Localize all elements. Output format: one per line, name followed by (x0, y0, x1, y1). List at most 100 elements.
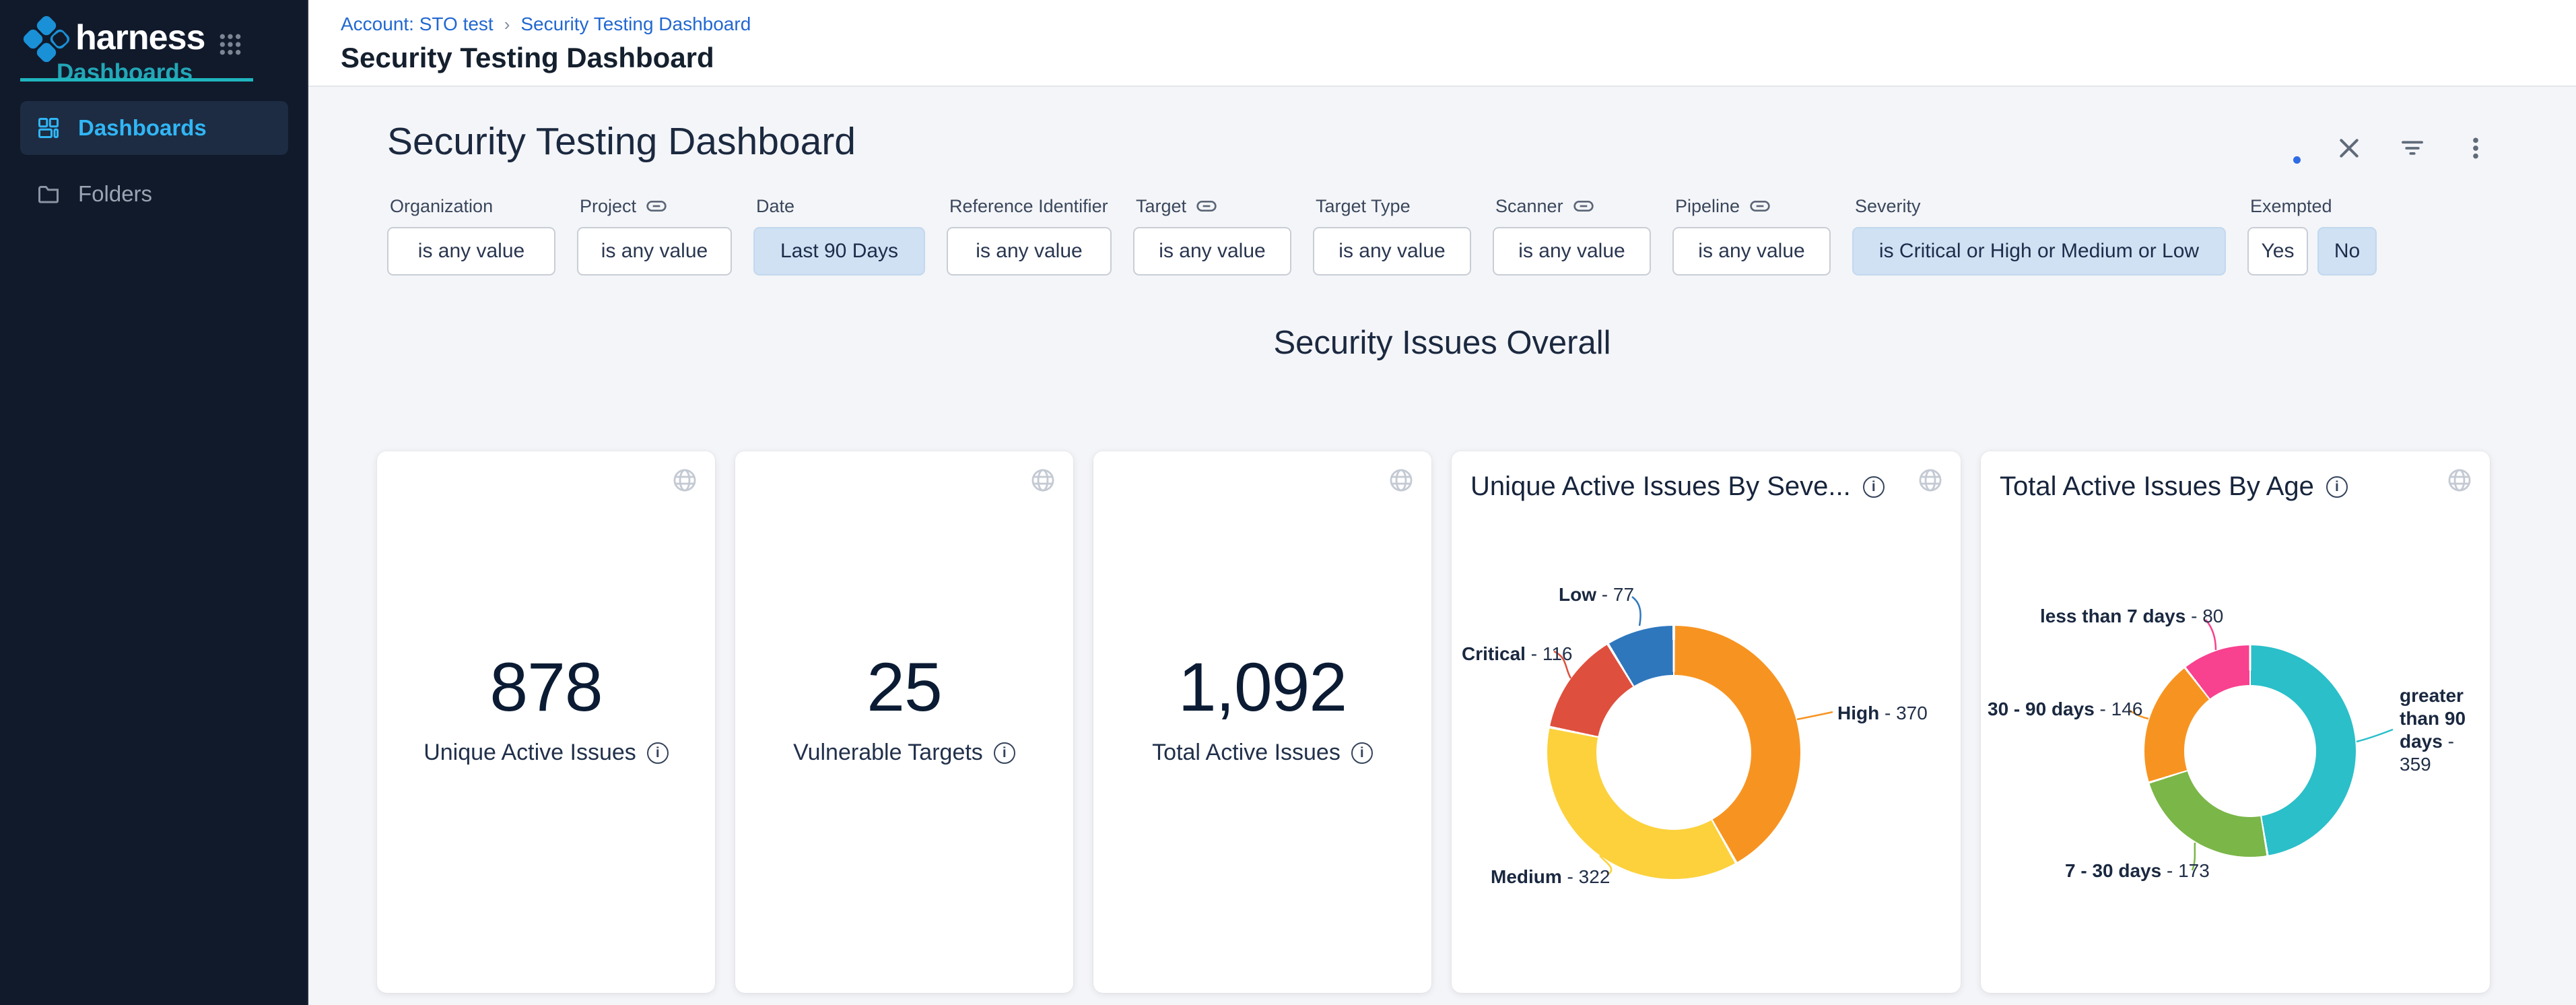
stat-card-total-active-issues: 1,092 Total Active Issues (1093, 451, 1431, 993)
filter-chip-scanner[interactable]: is any value (1493, 227, 1651, 275)
stat-label-text: Unique Active Issues (423, 740, 636, 766)
stat-value: 878 (377, 648, 715, 727)
sidebar-item-folders[interactable]: Folders (20, 167, 288, 221)
stat-label: Unique Active Issues (377, 740, 715, 766)
filter-label: Project (580, 196, 636, 217)
donut-label-medium: Medium322 (1491, 866, 1610, 888)
filter-icon[interactable] (2398, 134, 2427, 162)
chart-card-issues-by-severity: Unique Active Issues By Seve... Low77 Cr… (1452, 451, 1961, 993)
globe-icon[interactable] (1388, 467, 1414, 493)
filter-pipeline: Pipeline is any value (1672, 195, 1831, 275)
donut-label-critical: Critical116 (1462, 643, 1572, 666)
filter-label: Pipeline (1675, 196, 1740, 217)
dashboard-content: Security Testing Dashboard Organization … (308, 87, 2576, 1005)
filter-bar: Organization is any value Project is any… (387, 195, 2377, 275)
globe-icon[interactable] (1918, 467, 1943, 493)
globe-icon[interactable] (672, 467, 698, 493)
filter-exempted: Exempted Yes No (2247, 195, 2377, 275)
page-title: Security Testing Dashboard (341, 42, 714, 74)
stat-label-text: Total Active Issues (1152, 740, 1341, 766)
app-grid-menu-icon[interactable] (217, 31, 244, 58)
link-icon (646, 199, 667, 214)
filter-severity: Severity is Critical or High or Medium o… (1852, 195, 2226, 275)
dashboard-panel-title: Security Testing Dashboard (387, 119, 856, 164)
filter-label: Reference Identifier (949, 196, 1108, 217)
brand-underline (20, 78, 253, 82)
severity-donut-chart[interactable] (1547, 626, 1800, 879)
donut-label-greater-than-90-days: greater than 90 days359 (2400, 684, 2467, 777)
filter-organization: Organization is any value (387, 195, 555, 275)
filter-label: Severity (1855, 196, 1921, 217)
sidebar-nav: Dashboards Folders (0, 101, 308, 233)
filter-date: Date Last 90 Days (753, 195, 925, 275)
info-icon[interactable] (647, 742, 669, 764)
donut-label-low: Low77 (1559, 583, 1634, 606)
stat-label: Vulnerable Targets (735, 740, 1073, 766)
harness-logo-icon[interactable] (22, 15, 71, 63)
info-icon[interactable] (2326, 476, 2348, 498)
dashboard-grid-icon (36, 116, 61, 140)
filter-label: Scanner (1495, 196, 1563, 217)
age-donut-chart[interactable] (2144, 645, 2356, 857)
filter-label: Target Type (1316, 196, 1411, 217)
donut-label-high: High370 (1837, 702, 1928, 725)
filter-reference-identifier: Reference Identifier is any value (947, 195, 1112, 275)
breadcrumb: Account: STO test › Security Testing Das… (341, 13, 751, 35)
stat-value: 25 (735, 648, 1073, 727)
link-icon (1196, 199, 1217, 214)
close-icon[interactable] (2335, 134, 2363, 162)
chart-title: Unique Active Issues By Seve... (1470, 472, 1885, 502)
stat-value: 1,092 (1093, 648, 1431, 727)
globe-icon[interactable] (2447, 467, 2472, 493)
folder-icon (36, 182, 61, 206)
globe-icon[interactable] (1030, 467, 1056, 493)
filter-project: Project is any value (577, 195, 732, 275)
filter-label: Exempted (2250, 196, 2332, 217)
filter-scanner: Scanner is any value (1493, 195, 1651, 275)
donut-label-less-than-7-days: less than 7 days80 (2040, 605, 2223, 628)
top-header: Account: STO test › Security Testing Das… (308, 0, 2576, 87)
filter-chip-organization[interactable]: is any value (387, 227, 555, 275)
filter-target: Target is any value (1133, 195, 1291, 275)
stat-label: Total Active Issues (1093, 740, 1431, 766)
donut-label-7-30-days: 7 - 30 days173 (2065, 860, 2210, 882)
sidebar-item-dashboards[interactable]: Dashboards (20, 101, 288, 155)
filter-target-type: Target Type is any value (1313, 195, 1471, 275)
sidebar-item-label: Folders (78, 181, 152, 207)
chart-title-text: Unique Active Issues By Seve... (1470, 472, 1851, 502)
link-icon (1749, 199, 1771, 214)
kebab-menu-icon[interactable] (2462, 134, 2490, 162)
filter-chip-exempted-yes[interactable]: Yes (2247, 227, 2308, 275)
chart-card-issues-by-age: Total Active Issues By Age less than 7 d… (1981, 451, 2490, 993)
breadcrumb-account-link[interactable]: Account: STO test (341, 13, 494, 35)
chart-title: Total Active Issues By Age (2000, 472, 2348, 502)
filter-label: Organization (390, 196, 493, 217)
stat-label-text: Vulnerable Targets (793, 740, 983, 766)
info-icon[interactable] (1863, 476, 1885, 498)
section-title: Security Issues Overall (308, 324, 2576, 362)
brand-name: harness (75, 18, 205, 58)
cursor-dot (2293, 156, 2301, 164)
breadcrumb-separator: › (504, 14, 510, 35)
sidebar-item-label: Dashboards (78, 115, 207, 141)
filter-label: Date (756, 196, 794, 217)
link-icon (1573, 199, 1594, 214)
info-icon[interactable] (994, 742, 1015, 764)
filter-chip-target-type[interactable]: is any value (1313, 227, 1471, 275)
chart-title-text: Total Active Issues By Age (2000, 472, 2314, 502)
filter-chip-pipeline[interactable]: is any value (1672, 227, 1831, 275)
donut-label-30-90-days: 30 - 90 days146 (1988, 698, 2142, 721)
brand-product-label: Dashboards (57, 59, 193, 86)
filter-chip-project[interactable]: is any value (577, 227, 732, 275)
breadcrumb-current-link[interactable]: Security Testing Dashboard (520, 13, 751, 35)
filter-chip-date[interactable]: Last 90 Days (753, 227, 925, 275)
filter-chip-exempted-no[interactable]: No (2317, 227, 2377, 275)
panel-actions (2335, 134, 2490, 162)
info-icon[interactable] (1351, 742, 1373, 764)
filter-label: Target (1136, 196, 1186, 217)
stat-card-unique-active-issues: 878 Unique Active Issues (377, 451, 715, 993)
sidebar: harness Dashboards Dashboards (0, 0, 308, 1005)
filter-chip-reference-identifier[interactable]: is any value (947, 227, 1112, 275)
filter-chip-target[interactable]: is any value (1133, 227, 1291, 275)
filter-chip-severity[interactable]: is Critical or High or Medium or Low (1852, 227, 2226, 275)
